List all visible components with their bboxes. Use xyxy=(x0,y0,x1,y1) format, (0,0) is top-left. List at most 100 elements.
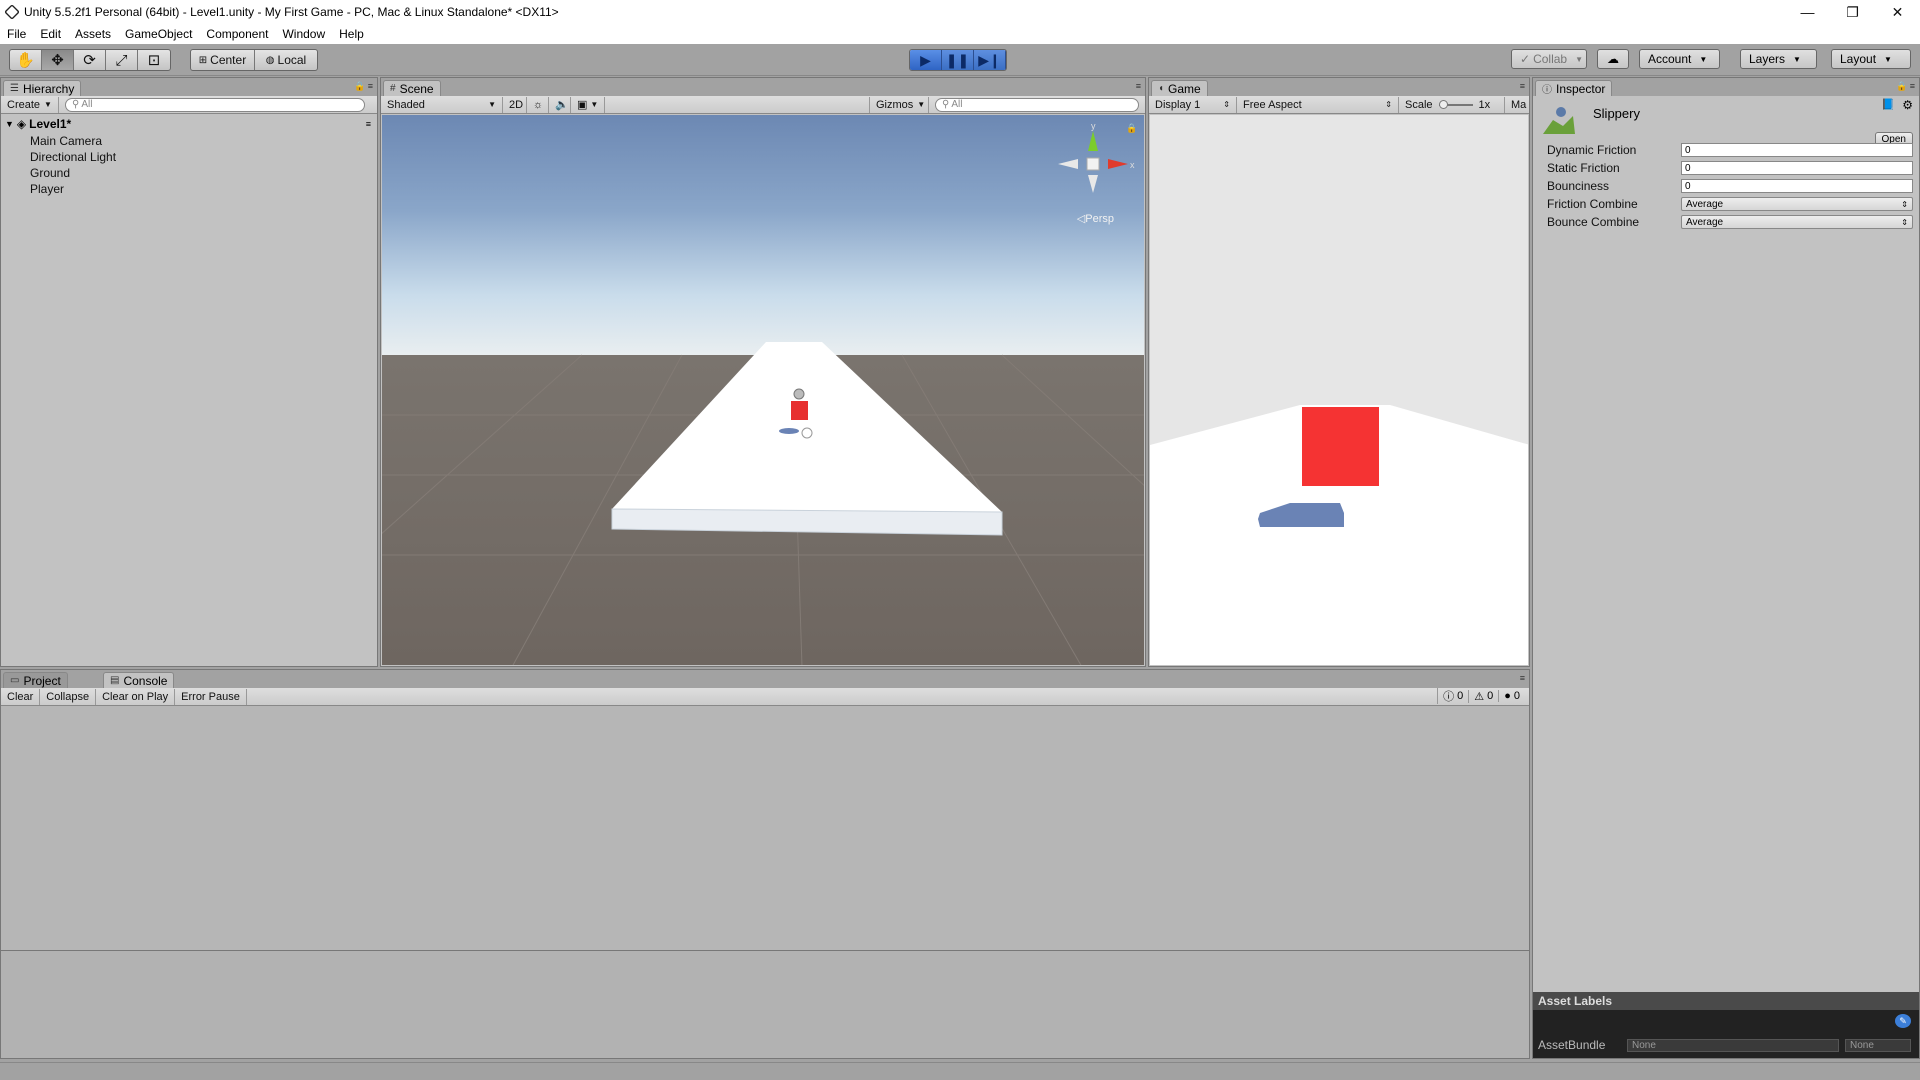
warning-filter-toggle[interactable]: ⚠ 0 xyxy=(1468,689,1498,703)
scene-tab-label: Scene xyxy=(399,81,434,96)
gizmo-lock-icon[interactable]: 🔒 xyxy=(1126,123,1137,133)
minimize-button[interactable]: — xyxy=(1785,0,1830,24)
project-tab-label: Project xyxy=(23,673,61,688)
gizmo-center-cube[interactable] xyxy=(1086,157,1100,171)
audio-toggle-icon[interactable]: 🔈 xyxy=(549,96,571,113)
game-viewport[interactable] xyxy=(1150,115,1528,665)
scene-root-row[interactable]: ▼ ◈ Level1* ≡ xyxy=(1,116,377,132)
scene-search-input[interactable]: ⚲ All xyxy=(935,97,1139,112)
asset-bundle-dropdown[interactable]: None xyxy=(1627,1039,1839,1052)
aspect-dropdown[interactable]: Free Aspect ⇕ xyxy=(1237,96,1399,113)
dynamic-friction-field[interactable]: 0 xyxy=(1681,143,1913,157)
cloud-button[interactable]: ☁ xyxy=(1597,49,1629,69)
layout-dropdown[interactable]: Layout ▼ xyxy=(1831,49,1911,69)
light-gizmo-icon[interactable] xyxy=(801,427,813,439)
shading-dropdown[interactable]: Shaded ▼ xyxy=(381,96,503,113)
camera-gizmo-icon[interactable] xyxy=(793,388,805,400)
create-dropdown[interactable]: Create ▼ xyxy=(1,96,59,113)
help-book-icon[interactable]: 📘 xyxy=(1881,98,1895,111)
hierarchy-search-input[interactable]: ⚲ All xyxy=(65,97,365,112)
friction-combine-dropdown[interactable]: Average ⇕ xyxy=(1681,197,1913,211)
menu-assets[interactable]: Assets xyxy=(68,27,118,41)
menu-window[interactable]: Window xyxy=(275,27,332,41)
neg-y-axis-cone[interactable] xyxy=(1088,175,1098,193)
panel-menu-icon[interactable]: 🔒 ≡ xyxy=(354,81,373,92)
bounce-combine-dropdown[interactable]: Average ⇕ xyxy=(1681,215,1913,229)
slider-thumb[interactable] xyxy=(1438,99,1448,109)
menu-edit[interactable]: Edit xyxy=(33,27,68,41)
pivot-local-button[interactable]: ◍ Local xyxy=(255,50,317,70)
x-axis-cone[interactable] xyxy=(1108,159,1128,169)
account-dropdown[interactable]: Account ▼ xyxy=(1639,49,1720,69)
gizmos-dropdown[interactable]: Gizmos ▼ xyxy=(869,96,929,113)
asset-variant-dropdown[interactable]: None xyxy=(1845,1039,1911,1052)
scene-viewport[interactable]: y x 🔒 ◁Persp xyxy=(382,115,1144,665)
scale-slider[interactable]: Scale 1x xyxy=(1399,96,1505,113)
close-button[interactable]: ✕ xyxy=(1875,0,1920,24)
lighting-toggle-icon[interactable]: ☼ xyxy=(527,96,549,113)
tab-hierarchy[interactable]: ☰ Hierarchy xyxy=(3,80,82,96)
menu-file[interactable]: File xyxy=(0,27,33,41)
panel-menu-icon[interactable]: ≡ xyxy=(1136,81,1141,91)
step-button[interactable]: ▶❙ xyxy=(974,50,1006,70)
pause-button[interactable]: ❚❚ xyxy=(942,50,974,70)
static-friction-field[interactable]: 0 xyxy=(1681,161,1913,175)
console-log-list[interactable] xyxy=(1,706,1529,1058)
display-dropdown[interactable]: Display 1 ⇕ xyxy=(1149,96,1237,113)
panel-menu-icon[interactable]: ≡ xyxy=(1520,81,1525,91)
rect-tool-icon[interactable]: ⊡ xyxy=(138,50,170,70)
settings-gear-icon[interactable]: ⚙ xyxy=(1902,98,1913,112)
hand-tool-icon[interactable]: ✋ xyxy=(10,50,42,70)
label-tag-icon[interactable]: ✎ xyxy=(1895,1014,1911,1028)
persp-label[interactable]: ◁Persp xyxy=(1077,212,1114,225)
orientation-gizmo[interactable]: y x 🔒 xyxy=(1048,121,1138,211)
info-filter-toggle[interactable]: ⓘ 0 xyxy=(1437,688,1468,704)
player-cube[interactable] xyxy=(791,401,808,420)
clear-button[interactable]: Clear xyxy=(1,688,41,705)
error-filter-toggle[interactable]: ● 0 xyxy=(1498,690,1525,702)
hierarchy-item-directional-light[interactable]: Directional Light xyxy=(30,150,116,164)
maximize-on-play-toggle[interactable]: Ma xyxy=(1505,97,1526,113)
hierarchy-item-main-camera[interactable]: Main Camera xyxy=(30,134,102,148)
error-pause-button[interactable]: Error Pause xyxy=(175,688,247,705)
effects-dropdown[interactable]: ▣ ▼ xyxy=(571,96,605,113)
pivot-center-button[interactable]: ⊞ Center xyxy=(191,50,255,70)
window-controls: — ❐ ✕ xyxy=(1785,0,1920,24)
menu-help[interactable]: Help xyxy=(332,27,371,41)
property-static-friction: Static Friction 0 xyxy=(1547,160,1913,176)
scene-menu-icon[interactable]: ≡ xyxy=(366,119,371,129)
tab-game[interactable]: ◖ Game xyxy=(1151,80,1208,96)
play-button[interactable]: ▶ xyxy=(910,50,942,70)
collab-button[interactable]: ✓ Collab ▼ xyxy=(1511,49,1587,69)
menu-component[interactable]: Component xyxy=(199,27,275,41)
slider-track[interactable] xyxy=(1438,99,1473,109)
rotate-tool-icon[interactable]: ⟳ xyxy=(74,50,106,70)
info-icon: ⓘ xyxy=(1443,691,1455,703)
chevron-down-icon: ▼ xyxy=(590,100,599,109)
clear-on-play-button[interactable]: Clear on Play xyxy=(96,688,176,705)
scene-name: Level1* xyxy=(29,117,72,131)
panel-menu-icon[interactable]: 🔒 ≡ xyxy=(1896,81,1915,92)
expand-triangle-icon[interactable]: ▼ xyxy=(5,119,14,129)
console-detail-area[interactable] xyxy=(1,950,1529,1058)
neg-x-axis-cone[interactable] xyxy=(1058,159,1078,169)
game-player-cube xyxy=(1302,407,1379,486)
hierarchy-item-player[interactable]: Player xyxy=(30,182,64,196)
scale-tool-icon[interactable]: ⤢ xyxy=(106,50,138,70)
bounciness-field[interactable]: 0 xyxy=(1681,179,1913,193)
maximize-button[interactable]: ❐ xyxy=(1830,0,1875,24)
mode-2d-toggle[interactable]: 2D xyxy=(503,96,527,113)
tab-project[interactable]: ▭ Project xyxy=(3,672,68,688)
tab-console[interactable]: ▤ Console xyxy=(103,672,175,688)
layers-dropdown[interactable]: Layers ▼ xyxy=(1740,49,1817,69)
collapse-button[interactable]: Collapse xyxy=(40,688,97,705)
move-tool-icon[interactable]: ✥ xyxy=(42,50,74,70)
tab-inspector[interactable]: ⓘ Inspector xyxy=(1535,80,1613,96)
panel-menu-icon[interactable]: ≡ xyxy=(1520,673,1525,683)
hierarchy-item-ground[interactable]: Ground xyxy=(30,166,70,180)
y-axis-label: y xyxy=(1091,121,1096,131)
persp-text: Persp xyxy=(1085,213,1114,225)
y-axis-cone[interactable] xyxy=(1088,131,1098,151)
tab-scene[interactable]: # Scene xyxy=(383,80,441,96)
menu-gameobject[interactable]: GameObject xyxy=(118,27,199,41)
